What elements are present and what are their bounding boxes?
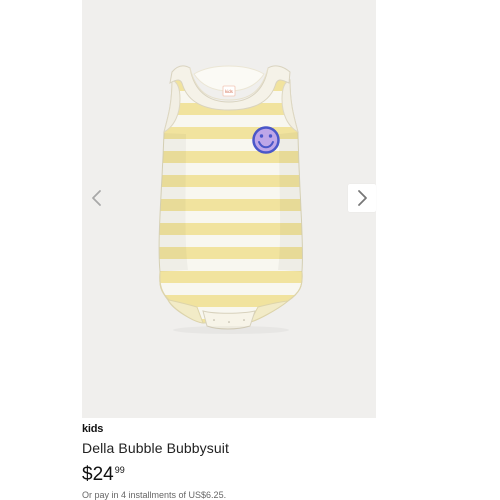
product-image-gallery[interactable]: kids xyxy=(82,0,376,418)
product-detail-page: kids kids Della Bubble Bubbysuit $ 24 99… xyxy=(0,0,500,500)
chevron-right-icon xyxy=(358,190,367,206)
next-image-button[interactable] xyxy=(348,184,376,212)
product-title: Della Bubble Bubbysuit xyxy=(82,440,229,456)
chevron-left-icon xyxy=(92,190,101,206)
garment-label-text: kids xyxy=(225,89,233,94)
price-cents: 99 xyxy=(114,465,125,475)
price-currency: $ xyxy=(82,464,93,485)
price-dollars: 24 xyxy=(92,464,114,485)
product-price: $ 24 99 xyxy=(82,465,125,484)
smiley-patch-icon xyxy=(252,126,280,154)
installments-text: Or pay in 4 installments of US$6.25. xyxy=(82,490,227,500)
previous-image-button[interactable] xyxy=(83,184,111,212)
brand-label[interactable]: kids xyxy=(82,423,103,435)
product-image: kids xyxy=(158,65,303,330)
